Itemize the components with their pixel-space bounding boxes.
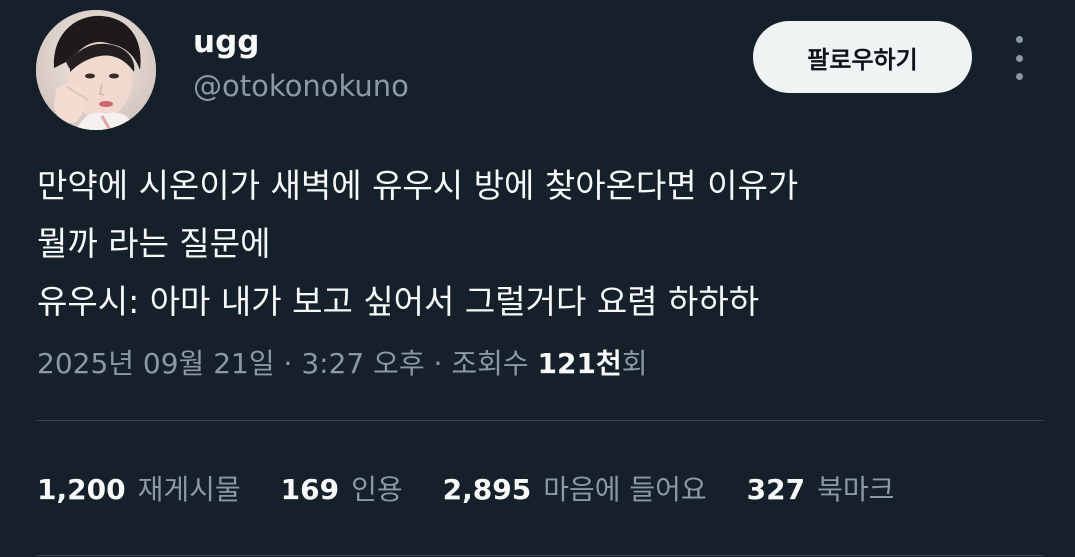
stat-likes[interactable]: 2,895 마음에 들어요 xyxy=(443,466,707,514)
stat-value: 1,200 xyxy=(37,473,126,506)
tweet-line: 유우시: 아마 내가 보고 싶어서 그럴거다 요렴 하하하 xyxy=(37,282,760,321)
tweet-time[interactable]: 3:27 오후 xyxy=(301,347,424,380)
avatar-image xyxy=(36,10,156,130)
tweet-text: 만약에 시온이가 새벽에 유우시 방에 찾아온다면 이유가 뭘까 라는 질문에 … xyxy=(37,157,1047,331)
stat-value: 169 xyxy=(280,473,340,506)
separator: · xyxy=(283,347,302,380)
stat-reposts[interactable]: 1,200 재게시물 xyxy=(37,466,241,514)
separator: · xyxy=(433,347,452,380)
stat-label: 인용 xyxy=(351,473,403,506)
display-name[interactable]: ugg xyxy=(193,22,259,62)
views-suffix: 회 xyxy=(621,347,648,380)
follow-button[interactable]: 팔로우하기 xyxy=(753,21,972,93)
stat-label: 북마크 xyxy=(817,473,895,506)
dot xyxy=(1015,54,1023,62)
engagement-stats: 1,200 재게시물 169 인용 2,895 마음에 들어요 327 북마크 xyxy=(37,466,934,514)
user-handle[interactable]: @otokonokuno xyxy=(193,66,409,106)
stat-bookmarks[interactable]: 327 북마크 xyxy=(747,466,895,514)
views-count: 121천 xyxy=(537,347,622,380)
stat-value: 327 xyxy=(746,473,806,506)
stat-value: 2,895 xyxy=(442,473,532,506)
more-vertical-icon[interactable] xyxy=(1006,36,1032,80)
dot xyxy=(1015,73,1023,80)
tweet-meta: 2025년 09월 21일 · 3:27 오후 · 조회수 121천회 xyxy=(37,340,648,388)
tweet-detail: ugg @otokonokuno 팔로우하기 만약에 시온이가 새벽에 유우시 … xyxy=(0,0,1075,557)
tweet-line: 뭘까 라는 질문에 xyxy=(37,224,271,263)
stat-label: 마음에 들어요 xyxy=(543,473,707,506)
dot xyxy=(1015,36,1023,43)
views-label: 조회수 xyxy=(451,347,529,380)
tweet-line: 만약에 시온이가 새벽에 유우시 방에 찾아온다면 이유가 xyxy=(37,166,799,205)
tweet-date[interactable]: 2025년 09월 21일 xyxy=(37,347,275,380)
divider xyxy=(37,555,1043,556)
divider xyxy=(37,420,1043,421)
stat-label: 재게시물 xyxy=(137,473,241,506)
avatar[interactable] xyxy=(36,10,156,130)
stat-quotes[interactable]: 169 인용 xyxy=(281,466,403,514)
